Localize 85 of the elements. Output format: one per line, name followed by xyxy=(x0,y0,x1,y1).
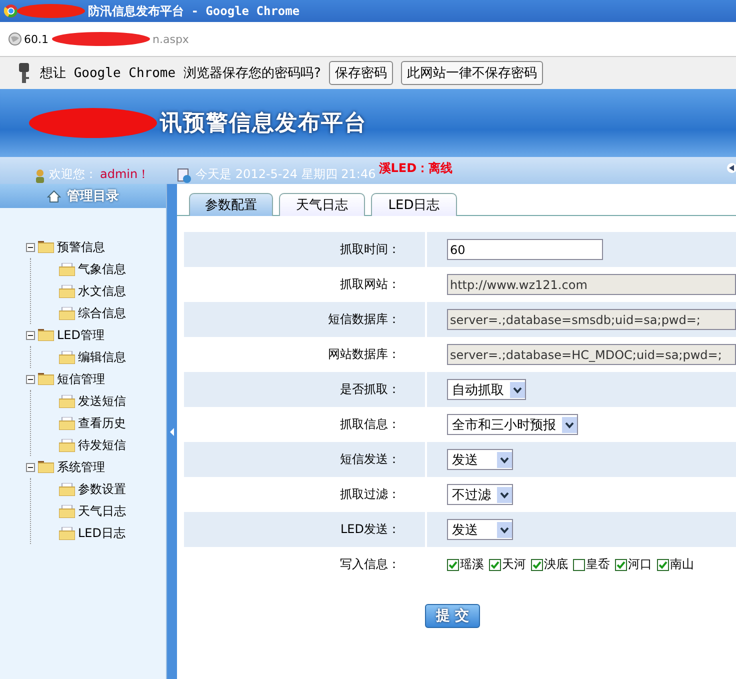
calendar-icon xyxy=(176,168,191,183)
user-icon xyxy=(34,169,46,183)
tree-item[interactable]: LED管理 xyxy=(57,326,105,344)
checkbox[interactable] xyxy=(573,558,585,570)
field-label: 写入信息： xyxy=(340,556,400,573)
dropdown[interactable]: 发送 xyxy=(447,519,513,540)
tab[interactable]: 天气日志 xyxy=(279,193,365,216)
tree-item[interactable]: 天气日志 xyxy=(78,502,126,520)
field-label: 网站数据库： xyxy=(328,346,400,363)
key-icon xyxy=(18,62,30,84)
document-folder-icon xyxy=(59,504,75,518)
user-name: admin！ xyxy=(100,166,150,183)
tab[interactable]: 参数配置 xyxy=(189,193,273,216)
checkbox-label[interactable]: 皇岙 xyxy=(586,556,610,573)
collapse-icon[interactable] xyxy=(726,162,736,174)
tree-item[interactable]: 发送短信 xyxy=(78,392,126,410)
dropdown[interactable]: 发送 xyxy=(447,449,513,470)
field-label: 短信数据库： xyxy=(328,311,400,328)
url-text: 60.1 xyxy=(24,32,48,46)
tree-toggle-icon[interactable] xyxy=(26,462,35,472)
tree-toggle-icon[interactable] xyxy=(26,242,35,252)
globe-icon xyxy=(8,32,22,46)
field-label: 抓取过滤： xyxy=(340,486,400,503)
dropdown[interactable]: 自动抓取 xyxy=(447,379,526,400)
tree-item[interactable]: 预警信息 xyxy=(57,238,105,256)
window-title: 防汛信息发布平台 - Google Chrome xyxy=(88,2,300,20)
dropdown[interactable]: 全市和三小时预报 xyxy=(447,414,578,435)
field-label: 抓取信息： xyxy=(340,416,400,433)
field-label: 抓取时间： xyxy=(340,241,400,258)
tab[interactable]: LED日志 xyxy=(371,193,457,216)
tree-item[interactable]: 编辑信息 xyxy=(78,348,126,366)
checkbox-label[interactable]: 天河 xyxy=(502,556,526,573)
tree-item[interactable]: 短信管理 xyxy=(57,370,105,388)
tree-item[interactable]: 综合信息 xyxy=(78,304,126,322)
checkbox[interactable] xyxy=(531,558,543,570)
document-folder-icon xyxy=(59,262,75,276)
browser-logo-icon xyxy=(4,4,18,18)
checkbox[interactable] xyxy=(447,558,459,570)
field-label: 是否抓取： xyxy=(340,381,400,398)
checkbox[interactable] xyxy=(657,558,669,570)
checkbox[interactable] xyxy=(615,558,627,570)
checkbox-label[interactable]: 河口 xyxy=(628,556,652,573)
folder-icon xyxy=(38,329,54,341)
document-folder-icon xyxy=(59,306,75,320)
checkbox[interactable] xyxy=(489,558,501,570)
checkbox-label[interactable]: 泱底 xyxy=(544,556,568,573)
text-field[interactable]: 60 xyxy=(447,239,603,260)
tree-item[interactable]: 参数设置 xyxy=(78,480,126,498)
document-folder-icon xyxy=(59,526,75,540)
document-folder-icon xyxy=(59,482,75,496)
folder-icon xyxy=(38,241,54,253)
dropdown[interactable]: 不过滤 xyxy=(447,484,513,505)
field-label: 短信发送： xyxy=(340,451,400,468)
checkbox-label[interactable]: 瑶溪 xyxy=(460,556,484,573)
tree-item[interactable]: 待发短信 xyxy=(78,436,126,454)
welcome-text: 欢迎您： xyxy=(49,166,97,183)
folder-icon xyxy=(38,461,54,473)
collapse-arrow-icon[interactable] xyxy=(169,426,175,436)
field-label: LED发送： xyxy=(340,521,400,538)
folder-icon xyxy=(38,373,54,385)
infobar-message: 想让 Google Chrome 浏览器保存您的密码吗? xyxy=(40,65,322,82)
tree-item[interactable]: 水文信息 xyxy=(78,282,126,300)
tree-item[interactable]: LED日志 xyxy=(78,524,126,542)
tree-item[interactable]: 查看历史 xyxy=(78,414,126,432)
tree-item[interactable]: 系统管理 xyxy=(57,458,105,476)
infobar-button[interactable]: 此网站一律不保存密码 xyxy=(401,61,544,85)
redaction-scribble xyxy=(16,3,86,19)
document-folder-icon xyxy=(59,350,75,364)
home-icon xyxy=(47,190,61,202)
infobar-button[interactable]: 保存密码 xyxy=(329,61,394,85)
tree-item[interactable]: 气象信息 xyxy=(78,260,126,278)
date-text: 今天是 2012-5-24 星期四 21:46 xyxy=(196,166,376,183)
tree-toggle-icon[interactable] xyxy=(26,330,35,340)
checkbox-label[interactable]: 南山 xyxy=(670,556,694,573)
document-folder-icon xyxy=(59,394,75,408)
sidebar-title: 管理目录 xyxy=(67,188,119,205)
document-folder-icon xyxy=(59,416,75,430)
address-field[interactable]: 60.1 n.aspx xyxy=(0,24,736,54)
tree-toggle-icon[interactable] xyxy=(26,374,35,384)
url-text: n.aspx xyxy=(152,32,189,46)
led-status: 溪LED：离线 xyxy=(378,160,453,177)
field-label: 抓取网站： xyxy=(340,276,400,293)
document-folder-icon xyxy=(59,438,75,452)
document-folder-icon xyxy=(59,284,75,298)
site-title: 讯预警信息发布平台 xyxy=(160,110,367,138)
